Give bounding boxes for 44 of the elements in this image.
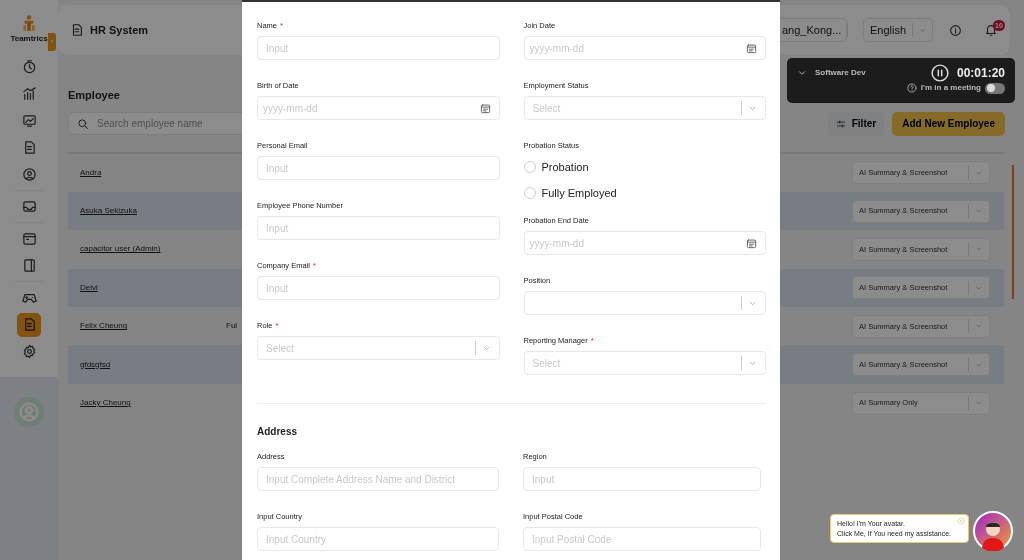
document-icon (70, 23, 84, 37)
timer-time: 00:01:20 (956, 65, 1005, 82)
search-icon (77, 117, 89, 130)
logo-text: Teamtrics (10, 33, 48, 45)
employee-name-link[interactable]: Jacky Cheung (80, 397, 226, 410)
employee-name-link[interactable]: gfdsgfsd (80, 358, 226, 371)
calendar-icon (746, 237, 757, 249)
employee-name-link[interactable]: Felix Cheung (80, 320, 226, 333)
book-icon (21, 258, 37, 273)
calendar-icon (746, 42, 757, 54)
user-circle-icon (21, 167, 37, 182)
select-field[interactable] (523, 291, 766, 315)
clock-icon (21, 59, 37, 74)
monitor-chart-icon (21, 113, 37, 128)
help-icon (906, 83, 917, 93)
inbox-icon (21, 199, 37, 214)
logo-icon (20, 14, 38, 32)
language-select[interactable]: English (863, 18, 933, 42)
add-employee-button[interactable]: Add New Employee (892, 111, 1005, 136)
project-name: Software Dev (815, 67, 866, 79)
sliders-icon (835, 118, 846, 129)
radio-option[interactable]: Probation (523, 157, 766, 177)
page-title: HR System (90, 22, 149, 38)
avatar-icon[interactable] (973, 511, 1013, 551)
employee-name-link[interactable]: Andra (80, 166, 226, 179)
meeting-label: I'm in a meeting (920, 82, 981, 94)
section-heading: Address (257, 425, 298, 439)
calendar-icon (479, 102, 491, 114)
calendar-icon (21, 231, 37, 246)
sidebar-item[interactable] (17, 312, 41, 337)
pause-icon[interactable] (930, 64, 949, 82)
info-icon[interactable] (949, 23, 962, 37)
chevron-down-icon[interactable] (797, 68, 807, 78)
radio-option[interactable]: Fully Employed (523, 183, 766, 203)
scrollbar-thumb[interactable] (1012, 165, 1014, 299)
settings-icon (21, 344, 37, 359)
filter-button[interactable]: Filter (827, 111, 885, 136)
bar-chart-icon (21, 86, 37, 101)
employee-name-link[interactable]: Delvi (80, 281, 226, 294)
employee-name-link[interactable]: Asuka Sekizuka (80, 205, 226, 218)
employee-name-link[interactable]: capacitor user (Admin) (80, 243, 226, 256)
section-title: Employee (68, 88, 120, 103)
table-cell: Ful (226, 320, 238, 333)
meeting-toggle[interactable] (985, 82, 1005, 94)
